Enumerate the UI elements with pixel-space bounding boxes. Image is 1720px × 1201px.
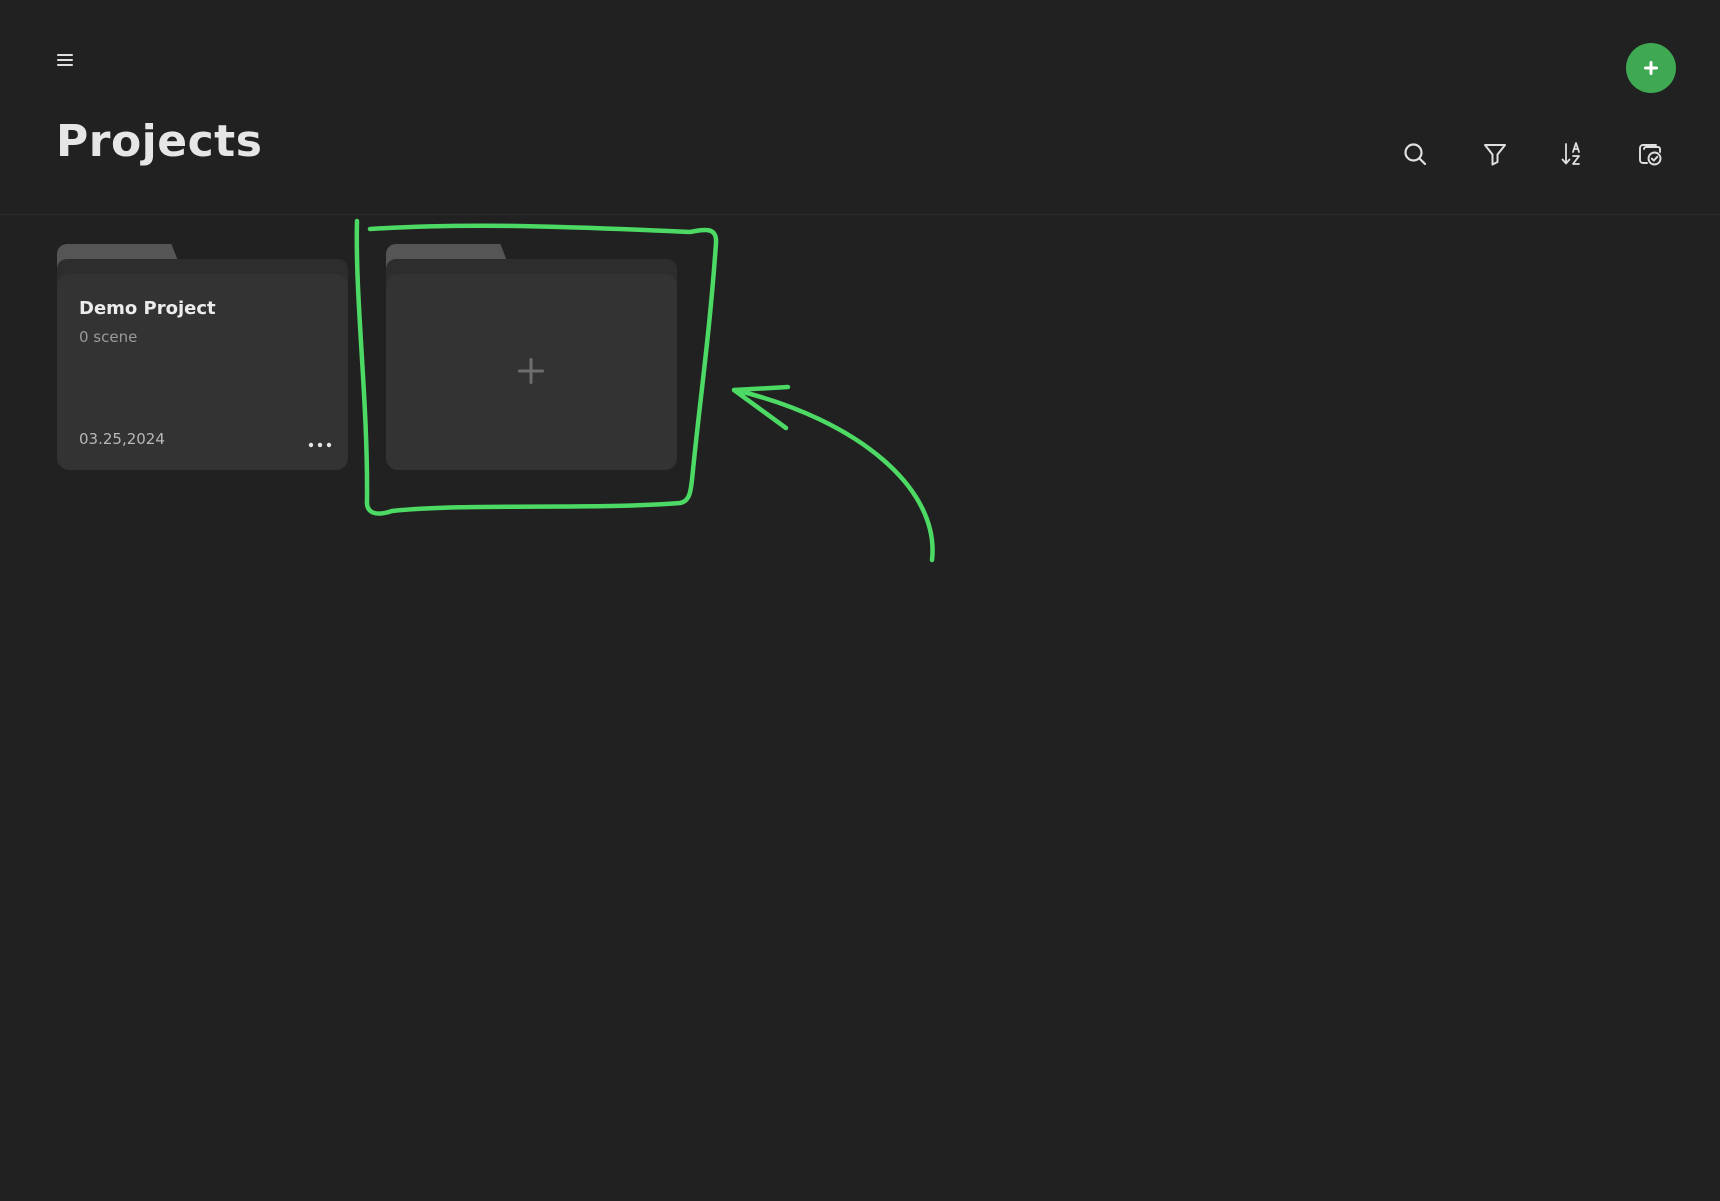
plus-icon — [1644, 61, 1658, 75]
project-more-button[interactable] — [303, 434, 337, 456]
project-date: 03.25,2024 — [79, 430, 165, 448]
project-name: Demo Project — [79, 298, 216, 319]
new-project-card[interactable] — [386, 244, 677, 470]
more-horizontal-icon — [308, 442, 332, 448]
annotation-arrow-head — [731, 384, 791, 431]
page-title: Projects — [56, 116, 263, 167]
search-button[interactable] — [1397, 136, 1433, 172]
header-divider — [0, 214, 1720, 215]
sort-button[interactable] — [1555, 136, 1591, 172]
project-card[interactable]: Demo Project 0 scene 03.25,2024 — [57, 244, 348, 470]
projects-screen: Projects Demo Project 0 scene 03.25,2024 — [0, 0, 1720, 1201]
sort-az-icon — [1561, 142, 1580, 165]
select-button[interactable] — [1632, 136, 1668, 172]
hamburger-menu-icon — [57, 54, 73, 66]
annotation-arrow-curve — [732, 387, 935, 563]
plus-icon — [518, 358, 544, 384]
filter-button[interactable] — [1477, 136, 1513, 172]
search-icon — [1404, 143, 1427, 166]
project-scene-count: 0 scene — [79, 328, 138, 346]
menu-button[interactable] — [50, 45, 80, 75]
filter-icon — [1484, 144, 1506, 166]
annotation-overlay — [354, 218, 935, 563]
add-project-button[interactable] — [1626, 43, 1676, 93]
select-icon — [1639, 144, 1662, 166]
